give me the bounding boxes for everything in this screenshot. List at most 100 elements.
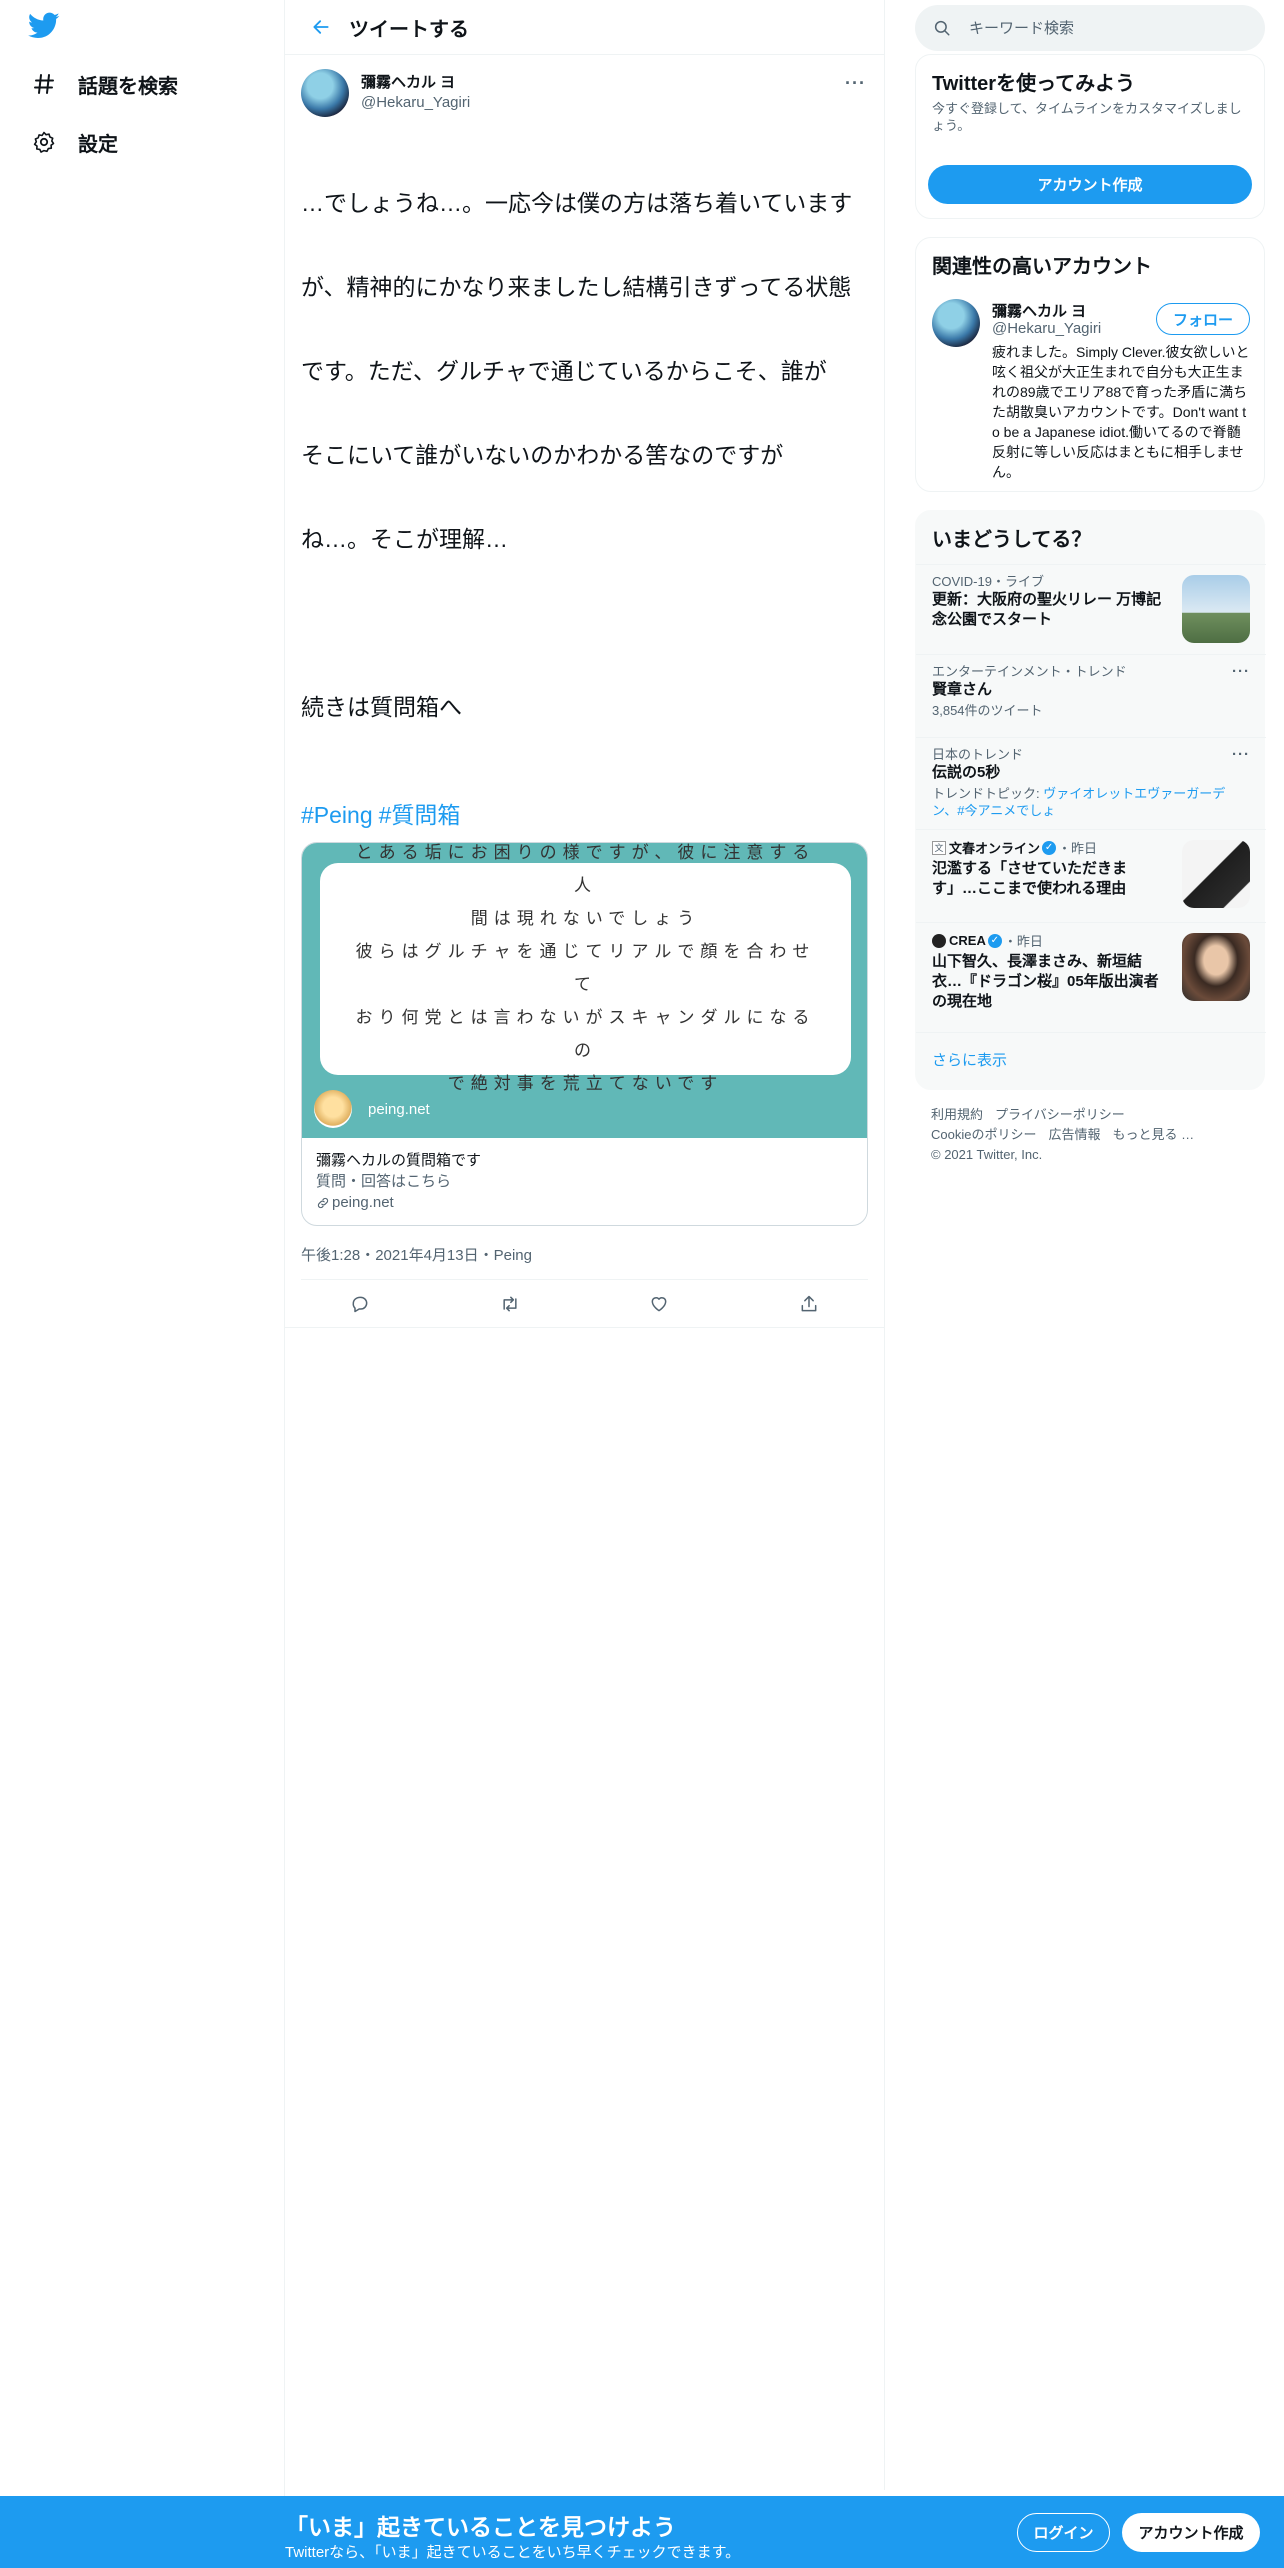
footer-link[interactable]: 利用規約 [931, 1107, 983, 1122]
more-options-icon[interactable]: ··· [845, 73, 866, 94]
card-image[interactable]: とある垢にお困りの様ですが、彼に注意する人 間は現れないでしょう 彼らはグルチャ… [302, 843, 867, 1138]
heart-icon [651, 1296, 667, 1311]
question-line: 間は現れないでしょう [470, 909, 701, 929]
page-header: ツイートする [285, 0, 884, 55]
search-box[interactable] [915, 5, 1265, 51]
search-input[interactable] [969, 19, 1219, 37]
card-title: 彌霧ヘカルの質問箱です [316, 1152, 482, 1169]
page-title: ツイートする [349, 18, 469, 41]
tweet-timestamp[interactable]: 午後1:28・2021年4月13日・Peing [301, 1244, 868, 1280]
tweet-text-line: そこにいて誰がいないのかわかる筈なのですが [301, 442, 784, 468]
back-button[interactable] [293, 0, 349, 55]
trends-panel: いまどうしてる？ COVID-19・ライブ 更新：大阪府の聖火リレー 万博記念公… [915, 510, 1266, 1090]
crea-logo-icon [932, 933, 946, 948]
trend-item[interactable]: CREA ✓ ・昨日 山下智久、長澤まさみ、新垣結衣…『ドラゴン桜』05年版出演… [916, 922, 1266, 1022]
tweet-text: …でしょうね…。一応今は僕の方は落ち着いています が、精神的にかなり来ましたし結… [301, 133, 868, 777]
card-site-row: peing.net [314, 1090, 430, 1128]
trend-thumbnail [1182, 575, 1250, 643]
hash-icon [30, 70, 58, 98]
nav-item-label: 設定 [78, 133, 118, 156]
tweet: 彌霧ヘカル ヨ @Hekaru_Yagiri ··· …でしょうね…。一応今は僕… [285, 55, 884, 1280]
trend-title: 氾濫する「させていただきます」…ここまで使われる理由 [932, 860, 1128, 897]
related-accounts-panel: 関連性の高いアカウント 彌霧ヘカル ヨ @Hekaru_Yagiri フォロー … [915, 237, 1265, 492]
question-box: とある垢にお困りの様ですが、彼に注意する人 間は現れないでしょう 彼らはグルチャ… [320, 843, 851, 1094]
nav-item-label: 話題を検索 [78, 75, 178, 98]
tweet-text-line: が、精神的にかなり来ましたし結構引きずってる状態 [301, 274, 852, 300]
avatar[interactable] [932, 299, 980, 347]
signup-panel-title: Twitterを使ってみよう [932, 73, 1136, 95]
retweet-icon [503, 1296, 517, 1311]
reply-button[interactable] [340, 1284, 380, 1324]
related-account-name[interactable]: 彌霧ヘカル ヨ [992, 300, 1086, 321]
verified-badge-icon: ✓ [987, 933, 1002, 948]
verified-badge-icon: ✓ [1042, 840, 1057, 855]
trend-item[interactable]: 日本のトレンド 伝説の5秒 トレンドトピック: ヴァイオレットエヴァーガーデン、… [916, 737, 1266, 829]
hashtag-link[interactable]: #Peing [301, 802, 373, 828]
share-icon [801, 1295, 817, 1311]
trend-context: 日本のトレンド [932, 747, 1024, 762]
show-more-label[interactable]: さらに表示 [932, 1049, 1250, 1070]
twitter-bird-icon[interactable] [27, 12, 64, 44]
trend-title: 賢章さん [932, 681, 993, 698]
author-info[interactable]: 彌霧ヘカル ヨ @Hekaru_Yagiri [361, 73, 470, 113]
question-line: 彼らはグルチャを通じてリアルで顔を合わせて [355, 942, 816, 995]
tweet-text-line [301, 609, 868, 637]
card-domain-text: peing.net [332, 1194, 394, 1211]
trend-item[interactable]: COVID-19・ライブ 更新：大阪府の聖火リレー 万博記念公園でスタート [916, 564, 1266, 654]
bottom-signup-bar: 「いま」起きていることを見つけよう Twitterなら、「いま」起きていることを… [0, 2496, 1284, 2568]
retweet-button[interactable] [490, 1284, 530, 1324]
related-account-handle[interactable]: @Hekaru_Yagiri [992, 320, 1101, 337]
footer-link[interactable]: 広告情報 [1048, 1127, 1100, 1142]
card-meta[interactable]: 彌霧ヘカルの質問箱です 質問・回答はこちら peing.net [302, 1138, 867, 1225]
bunshun-logo-icon: 文 [932, 840, 946, 855]
bottom-bar-subtitle: Twitterなら、「いま」起きていることをいち早くチェックできます。 [285, 2544, 741, 2561]
trend-thumbnail [1182, 840, 1250, 908]
more-options-icon[interactable]: ··· [1232, 663, 1250, 680]
link-icon [317, 1197, 329, 1208]
hashtags: #Peing #質問箱 [301, 801, 868, 829]
search-icon [934, 20, 950, 36]
trend-title: 山下智久、長澤まさみ、新垣結衣…『ドラゴン桜』05年版出演者の現在地 [932, 953, 1159, 1010]
signup-panel: Twitterを使ってみよう 今すぐ登録して、タイムラインをカスタマイズしましょ… [915, 54, 1265, 219]
tweet-text-line: ね…。そこが理解… [301, 526, 508, 552]
more-options-icon[interactable]: ··· [1232, 746, 1250, 763]
hashtag-link[interactable]: #質問箱 [379, 802, 461, 828]
left-navigation: 話題を検索 設定 [0, 0, 285, 2568]
news-time: ・昨日 [1058, 841, 1098, 856]
footer-link[interactable]: プライバシーポリシー [995, 1107, 1125, 1122]
link-card[interactable]: とある垢にお困りの様ですが、彼に注意する人 間は現れないでしょう 彼らはグルチャ… [301, 842, 868, 1226]
main-column: ツイートする 彌霧ヘカル ヨ @Hekaru_Yagiri ··· …でしょうね… [285, 0, 885, 2490]
question-line: とある垢にお困りの様ですが、彼に注意する人 [355, 843, 816, 896]
trend-topic: トレンドトピック: ヴァイオレットエヴァーガーデン、#今アニメでしょ [932, 785, 1232, 819]
back-arrow-icon [313, 20, 329, 34]
create-account-button[interactable]: アカウント作成 [928, 165, 1252, 204]
peing-logo-icon [314, 1090, 352, 1128]
tweet-actions [285, 1280, 884, 1328]
related-account-bio: 疲れました。Simply Clever.彼女欲しいと呟く祖父が大正生まれで自分も… [992, 344, 1250, 480]
footer-link[interactable]: Cookieのポリシー [931, 1127, 1036, 1142]
avatar[interactable] [301, 69, 349, 117]
news-time: ・昨日 [1003, 934, 1043, 949]
show-more-link[interactable]: さらに表示 [916, 1032, 1266, 1090]
gear-icon [30, 128, 58, 156]
author-name[interactable]: 彌霧ヘカル ヨ [361, 73, 470, 93]
question-line: で絶対事を荒立てないです [447, 1074, 724, 1094]
trend-item[interactable]: エンターテインメント・トレンド 賢章さん 3,854件のツイート ··· [916, 654, 1266, 737]
author-handle[interactable]: @Hekaru_Yagiri [361, 93, 470, 113]
trend-title: 伝説の5秒 [932, 764, 1001, 781]
signup-button[interactable]: アカウント作成 [1122, 2513, 1260, 2552]
tweet-header: 彌霧ヘカル ヨ @Hekaru_Yagiri ··· [301, 65, 868, 121]
share-button[interactable] [789, 1284, 829, 1324]
footer-link[interactable]: もっと見る … [1112, 1127, 1194, 1142]
like-button[interactable] [639, 1284, 679, 1324]
trend-item[interactable]: 文 文春オンライン ✓ ・昨日 氾濫する「させていただきます」…ここまで使われる… [916, 829, 1266, 922]
question-line: おり何党とは言わないがスキャンダルになるの [355, 1008, 816, 1061]
nav-item-explore[interactable]: 話題を検索 [30, 64, 178, 104]
footer: 利用規約 プライバシーポリシー Cookieのポリシー 広告情報 もっと見る … © … [931, 1105, 1206, 1165]
follow-button[interactable]: フォロー [1156, 303, 1250, 335]
tweet-text-line: 続きは質問箱へ [301, 694, 462, 720]
nav-item-settings[interactable]: 設定 [30, 122, 118, 162]
trend-context: エンターテインメント・トレンド [932, 664, 1127, 679]
trend-thumbnail [1182, 933, 1250, 1001]
login-button[interactable]: ログイン [1017, 2513, 1110, 2552]
